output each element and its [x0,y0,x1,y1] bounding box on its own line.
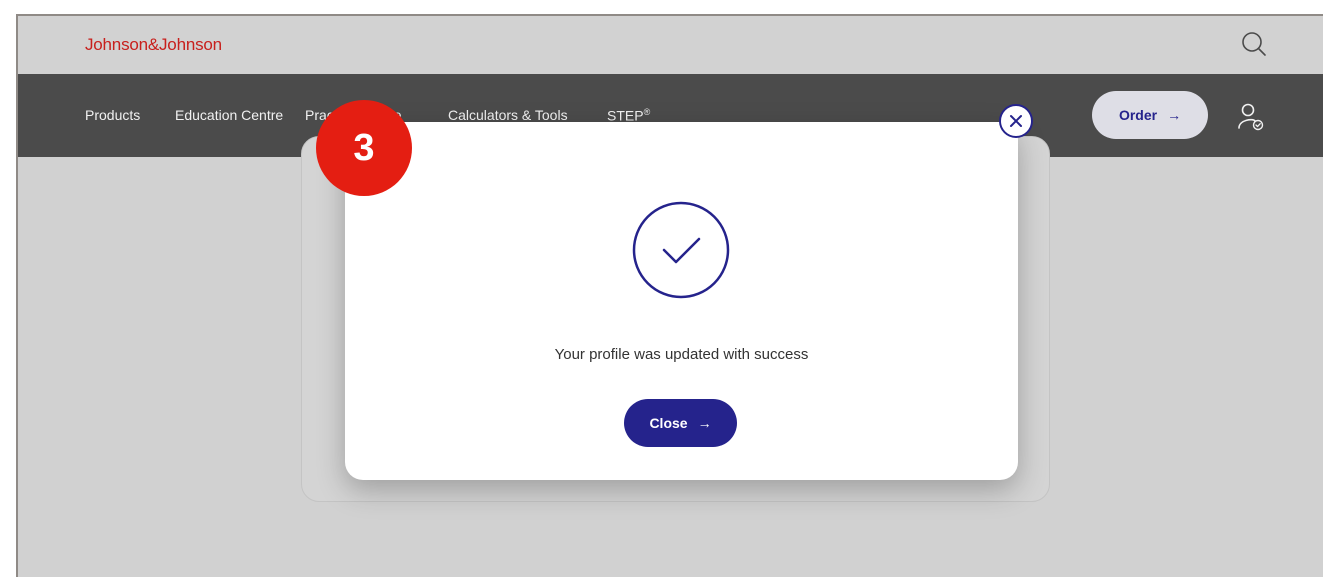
nav-item-calculators-tools[interactable]: Calculators & Tools [448,107,568,123]
close-button[interactable]: Close → [624,399,737,447]
success-modal: Your profile was updated with success Cl… [345,122,1018,480]
order-button[interactable]: Order → [1092,91,1208,139]
arrow-right-icon: → [1167,107,1182,123]
nav-item-education-centre[interactable]: Education Centre [175,107,283,123]
success-message: Your profile was updated with success [554,346,809,363]
brand-logo[interactable]: Johnson&Johnson [85,35,222,55]
check-circle-icon [631,200,731,300]
close-icon[interactable] [999,104,1033,138]
nav-item-products[interactable]: Products [85,107,140,123]
step-number-badge: 3 [316,100,412,196]
top-bar: Johnson&Johnson [18,16,1323,74]
arrow-right-icon: → [697,415,712,431]
search-icon[interactable] [1240,30,1268,58]
browser-frame: Johnson&Johnson Products Education Centr… [16,14,1323,577]
registered-mark: ® [643,107,651,117]
user-check-icon[interactable] [1236,102,1266,132]
order-button-label: Order [1118,107,1158,123]
close-button-label: Close [649,415,688,431]
